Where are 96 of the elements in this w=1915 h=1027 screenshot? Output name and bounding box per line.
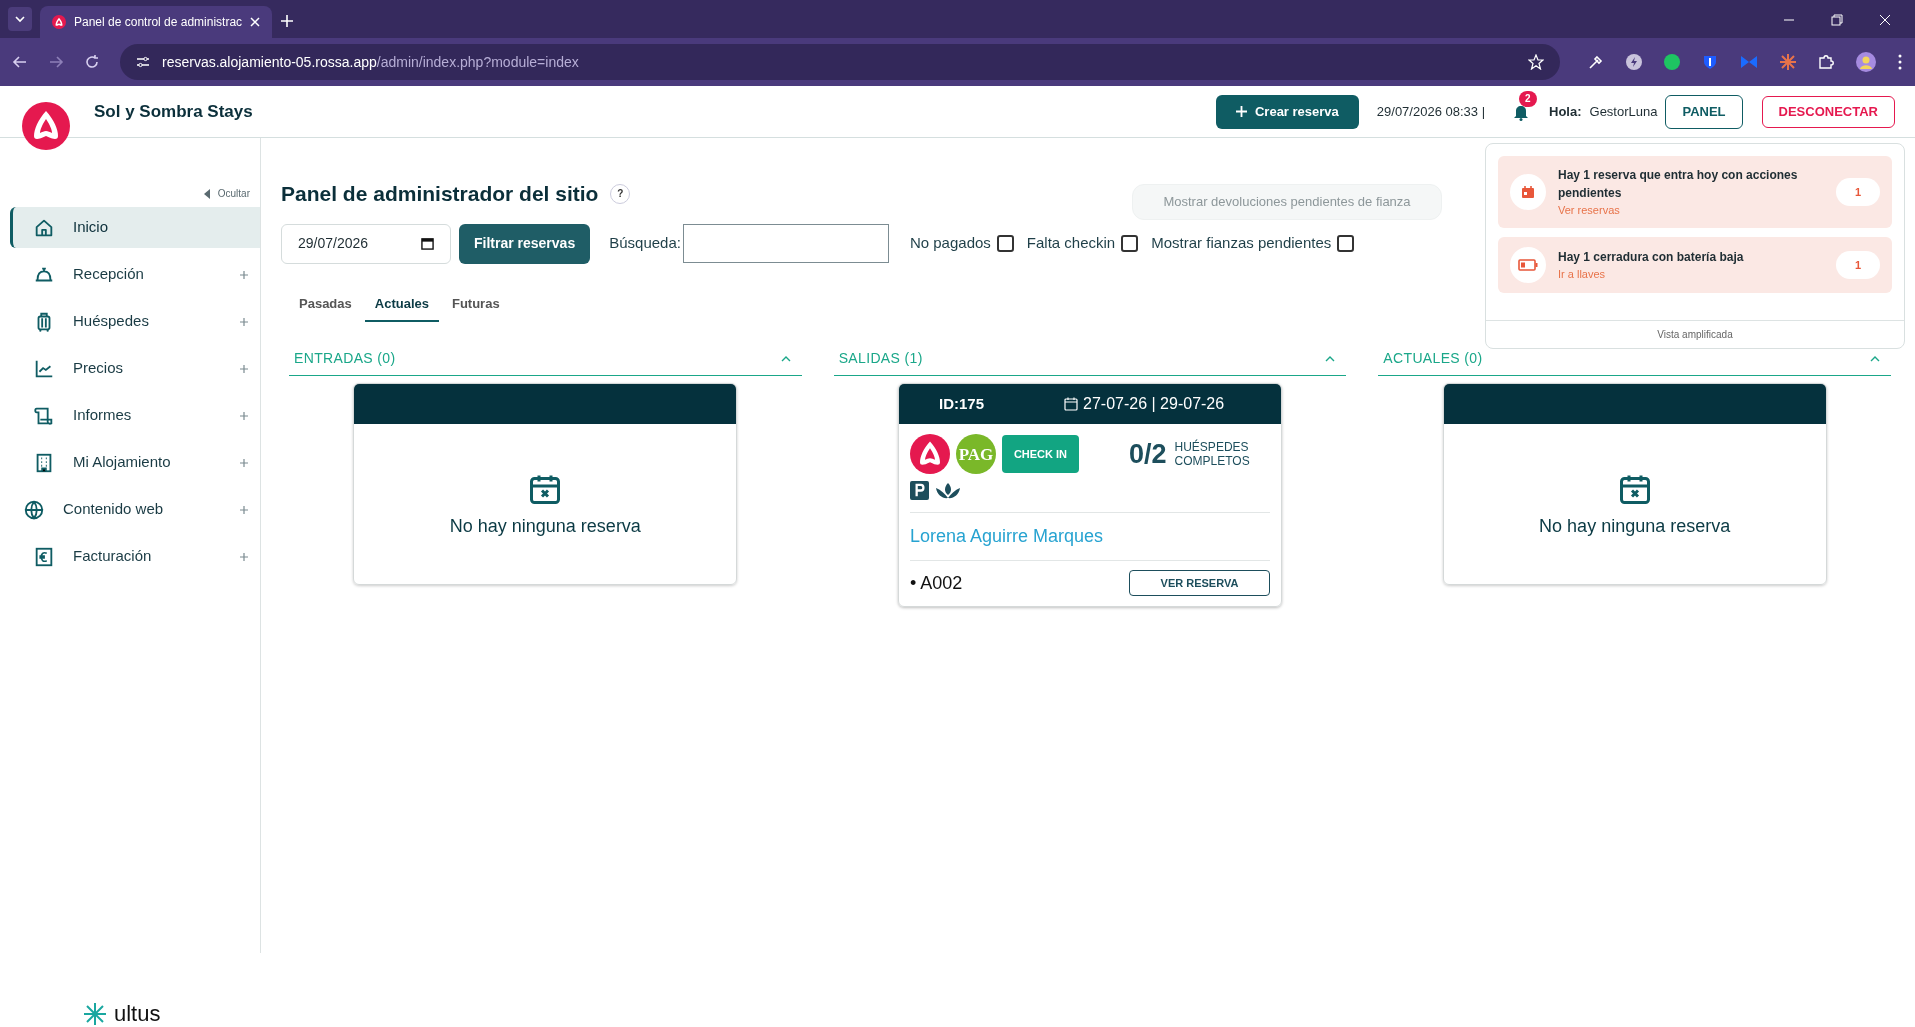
chevron-up-icon[interactable] (1870, 355, 1880, 362)
sidebar-item[interactable]: Mi Alojamiento (10, 442, 260, 483)
notification-title: Hay 1 cerradura con batería baja (1558, 249, 1745, 266)
notification-item[interactable]: Hay 1 cerradura con batería baja Ir a llaves 1 (1498, 237, 1892, 293)
tab-title: Panel de control de administrac (74, 14, 243, 31)
puzzle-icon[interactable] (1818, 54, 1834, 70)
sidebar-item[interactable]: Recepción (10, 254, 260, 295)
checkbox[interactable] (996, 235, 1014, 252)
notification-item[interactable]: Hay 1 reserva que entra hoy con acciones pendientes Ver reservas 1 (1498, 156, 1892, 228)
sidebar-item[interactable]: Inicio (10, 207, 260, 248)
tab[interactable]: Futuras (441, 293, 510, 322)
chevron-up-icon[interactable] (1325, 355, 1336, 362)
greeting-label: Hola: (1549, 102, 1582, 121)
expand-plus-icon[interactable] (240, 364, 248, 373)
checkbox-label: No pagados (909, 233, 991, 254)
bolt-circle-icon[interactable] (1626, 54, 1642, 70)
logout-button[interactable]: DESCONECTAR (1761, 95, 1895, 128)
filter-button[interactable]: Filtrar reservas (459, 223, 591, 264)
parking-icon (910, 480, 929, 500)
expand-plus-icon[interactable] (240, 317, 248, 326)
new-tab-icon[interactable] (280, 14, 295, 28)
tab-list-button[interactable] (8, 7, 32, 31)
page-title: Panel de administrador del sitio (281, 181, 599, 207)
room-unit: • A002 (910, 571, 963, 595)
booking-dates: 27-07-26 | 29-07-26 (1083, 394, 1225, 414)
close-icon[interactable] (1879, 14, 1891, 26)
chevron-down-icon (14, 13, 26, 25)
checkbox-label: Falta checkin (1026, 233, 1116, 254)
notification-count: 1 (1836, 251, 1880, 279)
guests-label: HUÉSPEDES (1174, 440, 1250, 455)
starburst-icon[interactable] (1780, 54, 1796, 70)
calendar-icon (1521, 185, 1535, 199)
url-text: reservas.alojamiento-05.rossa.app/admin/index.php?module=index (162, 52, 580, 72)
reload-icon[interactable] (84, 54, 100, 70)
expand-plus-icon[interactable] (240, 411, 248, 420)
calendar-icon[interactable] (421, 237, 434, 250)
restore-icon[interactable] (1831, 14, 1843, 26)
back-arrow-icon[interactable] (12, 54, 28, 70)
date-time: 29/07/2026 08:33 | (1376, 102, 1485, 121)
user-name: GestorLuna (1589, 102, 1658, 121)
forward-arrow-icon[interactable] (48, 54, 64, 70)
guests-label: COMPLETOS (1174, 454, 1250, 469)
calendar-icon (1064, 397, 1078, 411)
notification-title: Hay 1 reserva que entra hoy con acciones pendientes (1558, 167, 1799, 202)
hide-sidebar-link[interactable]: Ocultar (217, 186, 250, 201)
tab[interactable]: Actuales (364, 293, 439, 322)
brand-logo-icon (22, 102, 70, 150)
date-field[interactable]: 29/07/2026 (281, 223, 451, 264)
checkbox[interactable] (1337, 235, 1355, 252)
asterisk-logo-icon (82, 1000, 108, 1027)
expand-plus-icon[interactable] (240, 458, 248, 467)
star-icon[interactable] (1528, 54, 1544, 70)
expanded-view-link[interactable]: Vista amplificada (1657, 327, 1733, 342)
low-battery-icon (1518, 259, 1538, 271)
tooltip: Mostrar devoluciones pendientes de fianza (1132, 184, 1442, 220)
menu-icon[interactable] (1898, 54, 1902, 70)
shield-icon[interactable] (1702, 54, 1718, 70)
notification-count-badge: 2 (1519, 90, 1537, 107)
sidebar-item[interactable]: Informes (10, 395, 260, 436)
notification-count: 1 (1836, 178, 1880, 206)
search-label: Búsqueda: (609, 233, 681, 254)
globe-icon (23, 498, 45, 521)
footer-logo-text: ultus (114, 1000, 161, 1027)
guests-count: 0/2 (1129, 438, 1167, 471)
payment-status-badge: PAG (956, 434, 996, 475)
pen-icon[interactable] (1588, 54, 1604, 70)
chevron-up-icon[interactable] (780, 355, 791, 362)
checkbox[interactable] (1121, 235, 1139, 252)
tab[interactable]: Pasadas (289, 293, 362, 322)
sidebar-item[interactable]: Huéspedes (10, 301, 260, 342)
tab-favicon-icon (52, 15, 66, 29)
avatar-icon[interactable] (1856, 52, 1876, 72)
booking-id: ID:175 (939, 393, 984, 414)
checkbox-label: Mostrar fianzas pendientes (1151, 233, 1332, 254)
search-field[interactable] (682, 224, 889, 263)
caret-left-icon[interactable] (203, 188, 210, 199)
view-booking-button[interactable]: VER RESERVA (1129, 570, 1270, 596)
empty-message: No hay ninguna reserva (449, 515, 641, 538)
expand-plus-icon[interactable] (240, 505, 248, 514)
site-settings-icon[interactable] (136, 55, 150, 69)
empty-message: No hay ninguna reserva (1539, 515, 1731, 538)
extension-circle-icon[interactable] (1664, 54, 1680, 70)
channel-logo-icon (910, 434, 950, 475)
address-bar[interactable]: reservas.alojamiento-05.rossa.app/admin/index.php?module=index (120, 44, 1560, 80)
expand-plus-icon[interactable] (240, 270, 248, 279)
sidebar-item[interactable]: Contenido web (10, 489, 260, 530)
close-icon[interactable] (250, 17, 261, 27)
euro-receipt-icon (33, 545, 55, 568)
sidebar-item[interactable]: Facturación (10, 536, 260, 577)
panel-button[interactable]: PANEL (1665, 94, 1743, 129)
plus-icon (1235, 106, 1247, 117)
create-booking-button[interactable]: Crear reserva (1215, 94, 1359, 129)
sidebar-item[interactable]: Precios (10, 348, 260, 389)
browser-tab[interactable]: Panel de control de administrac (40, 6, 273, 38)
expand-plus-icon[interactable] (240, 552, 248, 561)
brand-name: Sol y Sombra Stays (94, 100, 253, 123)
